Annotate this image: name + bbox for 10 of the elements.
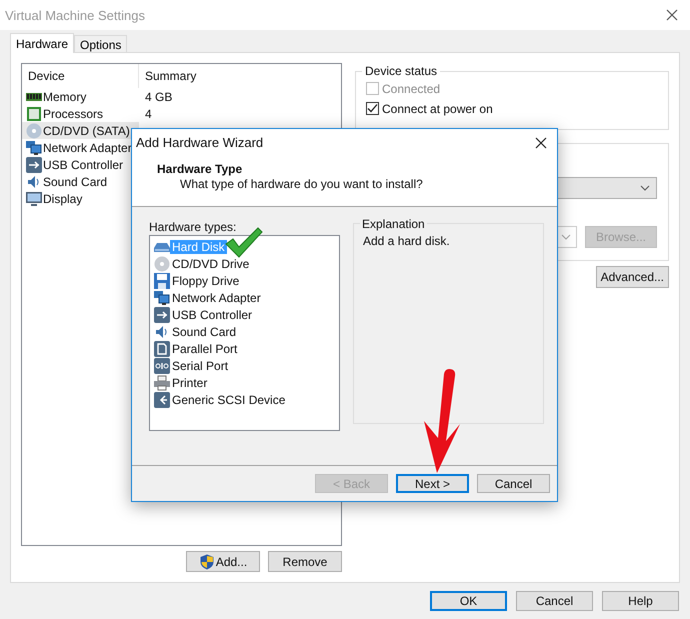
step-heading: Hardware Type — [157, 162, 244, 176]
group-title: Device status — [362, 64, 440, 78]
device-summary: 4 GB — [144, 90, 172, 104]
list-label: Hardware types: — [149, 221, 238, 234]
window-title: Virtual Machine Settings — [5, 8, 145, 22]
group-title: Explanation — [360, 217, 427, 231]
device-summary: 4 — [144, 106, 152, 120]
step-description: What type of hardware do you want to install? — [179, 177, 424, 191]
explanation-text: Add a hard disk. — [363, 234, 450, 248]
dialog-title: Add Hardware Wizard — [136, 135, 264, 150]
